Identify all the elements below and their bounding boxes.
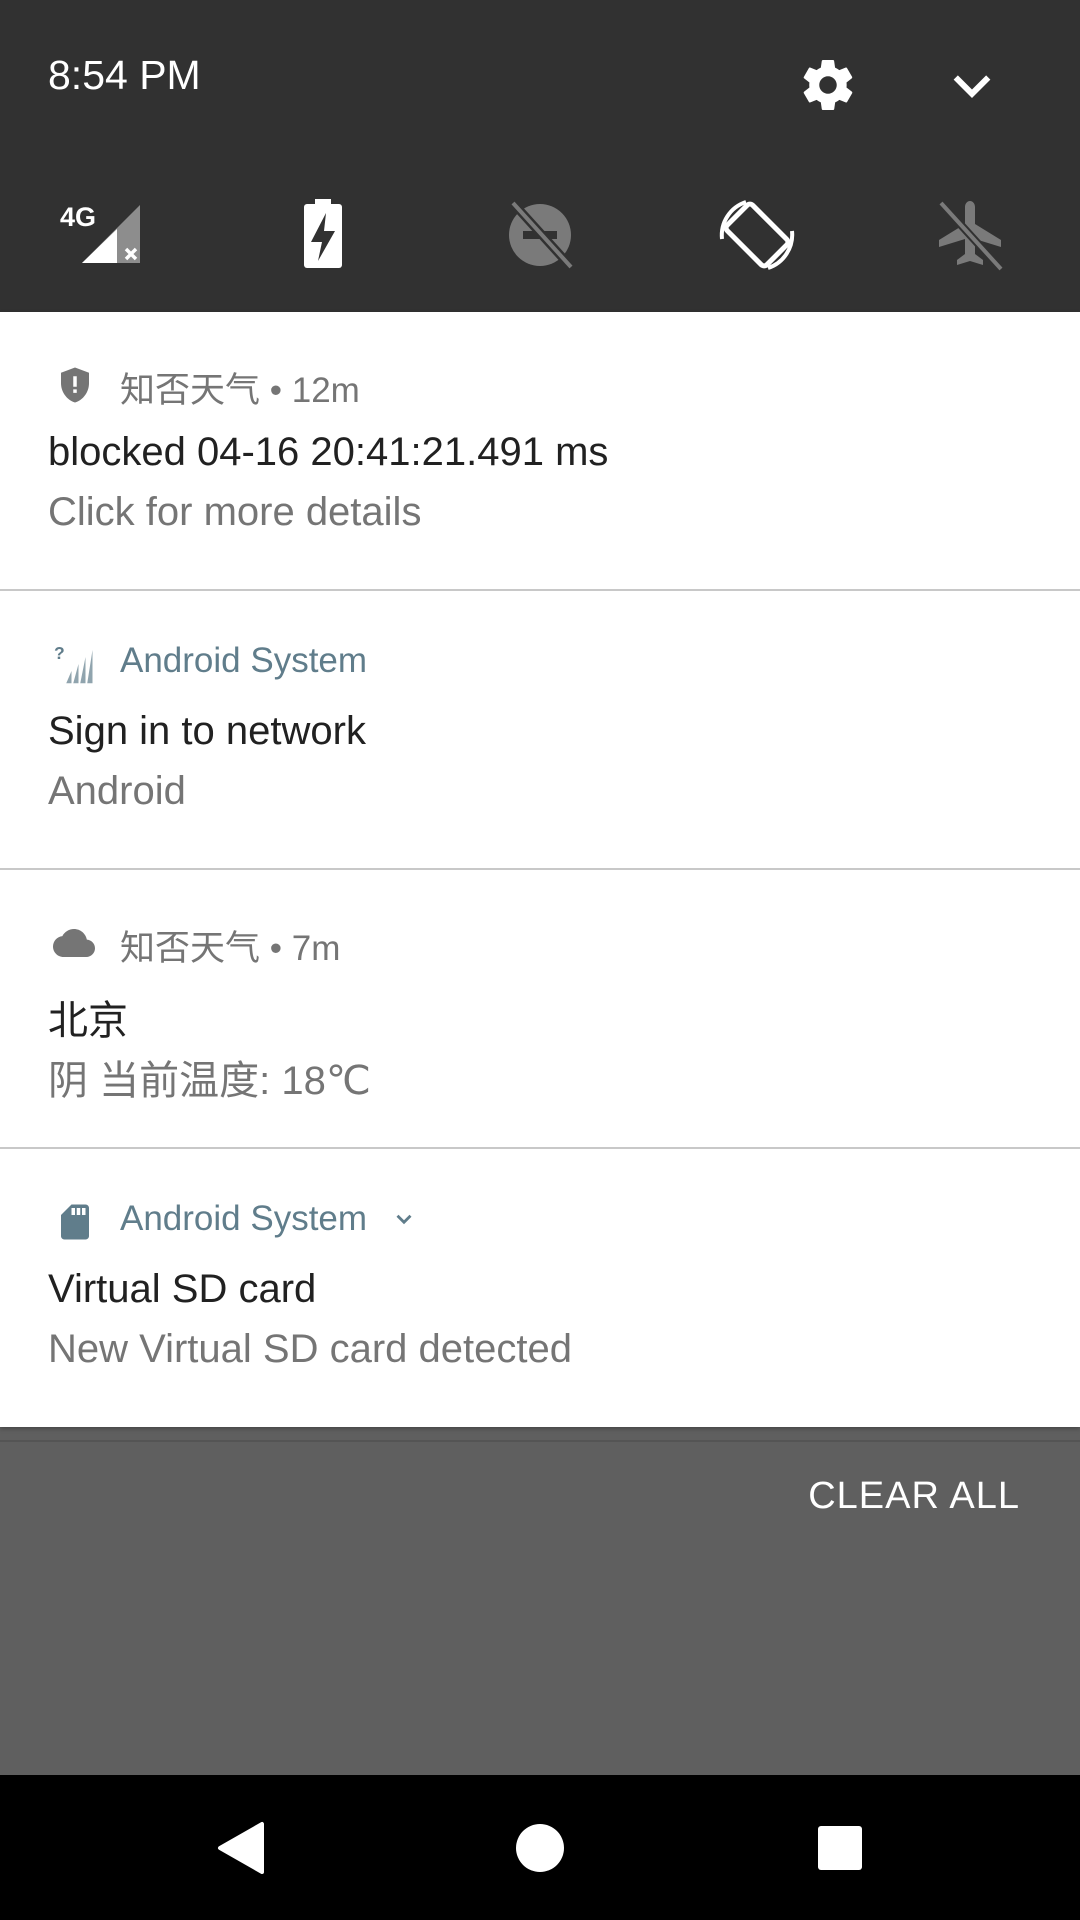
notification-app-name: Android System <box>120 641 368 680</box>
clear-all-button[interactable]: CLEAR ALL <box>808 1475 1020 1518</box>
notification-title: Virtual SD card <box>48 1267 317 1311</box>
notification-text: Android <box>48 769 186 813</box>
notification-item[interactable]: 知否天气 • 7m 北京 阴 当前温度: 18℃ <box>0 870 1080 1149</box>
notification-app-name: 知否天气 <box>120 929 261 968</box>
notification-header: Android System <box>120 1199 417 1241</box>
tile-auto-rotate[interactable] <box>712 195 802 275</box>
notification-header: 知否天气 • 7m <box>120 920 340 971</box>
notification-text: 阴 当前温度: 18℃ <box>48 1059 371 1103</box>
notification-time: • 12m <box>269 371 360 410</box>
notification-text: Click for more details <box>48 490 422 534</box>
expand-chevron-icon[interactable] <box>942 55 1002 115</box>
home-icon[interactable] <box>510 1818 570 1878</box>
quick-settings-panel: 8:54 PM 4G <box>0 0 1080 312</box>
notification-item[interactable]: Android System Virtual SD card New Virtu… <box>0 1149 1080 1427</box>
notification-title: blocked 04-16 20:41:21.491 ms <box>48 430 609 474</box>
notification-item[interactable]: 知否天气 • 12m blocked 04-16 20:41:21.491 ms… <box>0 312 1080 591</box>
notification-time: • 7m <box>269 929 341 968</box>
shelf-divider <box>0 1440 1080 1442</box>
notification-list: 知否天气 • 12m blocked 04-16 20:41:21.491 ms… <box>0 312 1080 1427</box>
sd-card-icon <box>54 1201 96 1243</box>
tile-4g-label: 4G <box>60 202 96 232</box>
recents-icon[interactable] <box>810 1818 870 1878</box>
notification-title: 北京 <box>48 999 128 1043</box>
cloud-icon <box>50 922 98 964</box>
navigation-bar <box>0 1775 1080 1920</box>
notification-app-name: Android System <box>120 1199 368 1238</box>
notification-item[interactable]: ? Android System Sign in to network Andr… <box>0 591 1080 870</box>
expand-notification-chevron-icon[interactable] <box>391 1201 417 1241</box>
tile-mobile-data[interactable]: 4G <box>55 195 145 275</box>
notification-header: 知否天气 • 12m <box>120 362 360 413</box>
settings-gear-icon[interactable] <box>798 55 858 115</box>
notification-header: Android System <box>120 641 367 681</box>
svg-text:?: ? <box>54 643 65 663</box>
notification-text: New Virtual SD card detected <box>48 1327 572 1371</box>
status-time: 8:54 PM <box>48 52 201 98</box>
signal-unknown-icon: ? <box>54 643 96 685</box>
tile-do-not-disturb[interactable] <box>495 195 585 275</box>
back-icon[interactable] <box>210 1818 270 1878</box>
notification-title: Sign in to network <box>48 709 366 753</box>
tile-airplane-mode[interactable] <box>925 195 1015 275</box>
shield-icon <box>54 364 96 406</box>
tile-battery-saver[interactable] <box>278 195 368 275</box>
notification-app-name: 知否天气 <box>120 371 261 410</box>
